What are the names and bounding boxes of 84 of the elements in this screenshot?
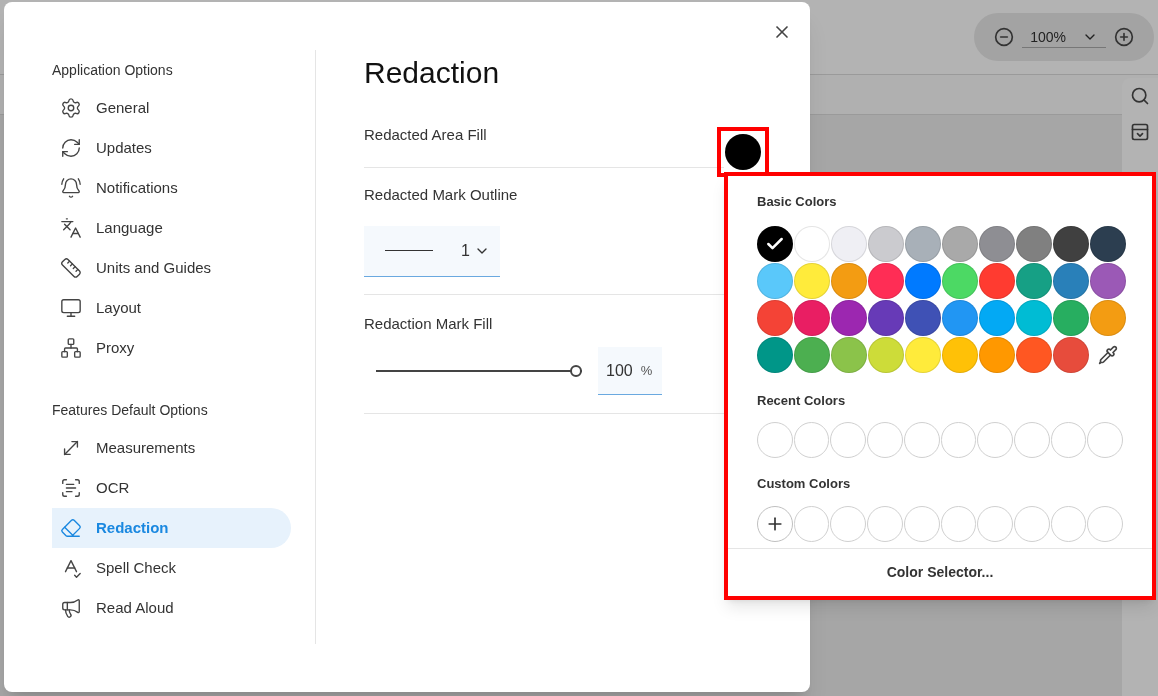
nav-item[interactable]: Read Aloud — [52, 588, 291, 628]
color-swatch[interactable] — [1090, 225, 1126, 262]
nav-item[interactable]: Spell Check — [52, 548, 291, 588]
color-swatch[interactable] — [1016, 262, 1052, 299]
bell-icon — [60, 177, 82, 199]
setting-label: Redaction Mark Fill — [364, 313, 494, 334]
color-swatch[interactable] — [1053, 299, 1089, 336]
section-heading: Basic Colors — [757, 193, 838, 211]
color-swatch[interactable] — [757, 336, 793, 373]
nav-item[interactable]: Layout — [52, 288, 291, 328]
nav-item[interactable]: Measurements — [52, 428, 291, 468]
slider-thumb[interactable] — [570, 365, 582, 377]
color-swatch[interactable] — [794, 299, 830, 336]
line-width-dropdown[interactable]: 1 — [364, 225, 500, 277]
color-swatch[interactable] — [1053, 225, 1089, 262]
nav-item[interactable]: Updates — [52, 128, 291, 168]
color-swatch[interactable] — [831, 299, 867, 336]
section-heading: Custom Colors — [757, 475, 852, 493]
gear-icon — [60, 97, 82, 119]
color-swatch[interactable] — [1016, 336, 1052, 373]
color-swatch[interactable] — [868, 262, 904, 299]
opacity-input[interactable]: 100 % — [598, 347, 662, 395]
color-swatch[interactable] — [979, 225, 1015, 262]
color-swatch[interactable] — [794, 262, 830, 299]
color-swatch[interactable] — [1090, 299, 1126, 336]
eyedropper-icon — [1098, 344, 1118, 365]
color-swatch[interactable] — [905, 299, 941, 336]
nav-item[interactable]: Notifications — [52, 168, 291, 208]
color-swatch[interactable] — [868, 336, 904, 373]
monitor-icon — [60, 297, 82, 319]
zoom-dropdown[interactable]: 100% — [1022, 26, 1106, 48]
color-swatch[interactable] — [942, 299, 978, 336]
setting-label: Redacted Mark Outline — [364, 185, 519, 205]
color-selector-button[interactable]: Color Selector... — [878, 558, 1002, 587]
section-heading: Features Default Options — [52, 400, 209, 420]
network-icon — [60, 337, 82, 359]
nav-item[interactable]: General — [52, 88, 291, 128]
text-scan-icon — [60, 477, 82, 499]
color-swatch[interactable] — [1016, 225, 1052, 262]
line-preview-icon — [385, 250, 434, 251]
color-swatch[interactable] — [757, 225, 793, 262]
page-title: Redaction — [364, 54, 501, 91]
color-swatch[interactable] — [942, 262, 978, 299]
color-swatch[interactable] — [757, 299, 793, 336]
color-swatch[interactable] — [831, 225, 867, 262]
section-heading: Application Options — [52, 60, 174, 80]
color-swatch[interactable] — [831, 336, 867, 373]
color-swatch[interactable] — [905, 262, 941, 299]
nav-item[interactable]: Language — [52, 208, 291, 248]
color-swatch[interactable] — [794, 336, 830, 373]
add-color-button[interactable] — [757, 505, 793, 542]
color-swatch[interactable] — [1016, 299, 1052, 336]
nav-item[interactable]: Proxy — [52, 328, 291, 368]
color-swatch[interactable] — [942, 225, 978, 262]
refresh-icon — [60, 137, 82, 159]
color-swatch[interactable] — [831, 262, 867, 299]
megaphone-icon — [60, 597, 82, 619]
color-swatch[interactable] — [905, 336, 941, 373]
nav-item[interactable]: OCR — [52, 468, 291, 508]
color-swatch[interactable] — [1090, 262, 1126, 299]
color-swatch[interactable] — [979, 336, 1015, 373]
eraser-icon — [60, 517, 82, 539]
unit-label: % — [640, 361, 653, 380]
color-swatch[interactable] — [979, 299, 1015, 336]
color-swatch[interactable] — [868, 299, 904, 336]
color-swatch[interactable] — [905, 225, 941, 262]
translate-icon — [60, 217, 82, 239]
zoom-in-icon[interactable] — [1114, 27, 1134, 47]
opacity-slider[interactable] — [376, 364, 582, 378]
color-swatch[interactable] — [794, 225, 830, 262]
panel-icon[interactable] — [1130, 122, 1150, 142]
zoom-out-icon[interactable] — [994, 27, 1015, 47]
color-swatch[interactable] — [1053, 262, 1089, 299]
color-swatch[interactable] — [757, 262, 793, 299]
setting-label: Redacted Area Fill — [364, 125, 487, 146]
color-swatch[interactable] — [1053, 336, 1089, 373]
search-icon[interactable] — [1130, 86, 1150, 106]
color-swatch[interactable] — [868, 225, 904, 262]
section-heading: Recent Colors — [757, 391, 847, 410]
color-swatch[interactable] — [942, 336, 978, 373]
nav-item[interactable]: Units and Guides — [52, 248, 291, 288]
ruler-icon — [60, 257, 82, 279]
input-value: 100 — [606, 360, 633, 381]
color-swatch[interactable] — [979, 262, 1015, 299]
